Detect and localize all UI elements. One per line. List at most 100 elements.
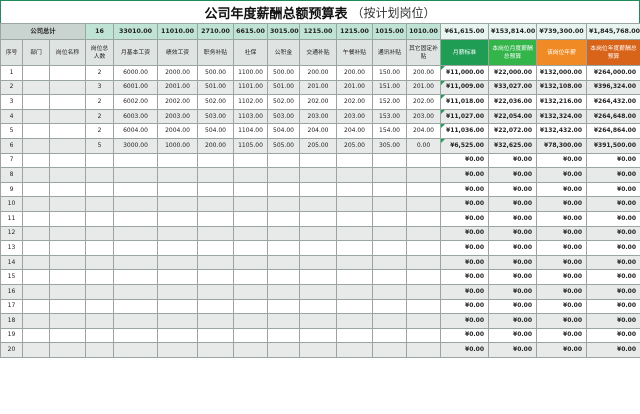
cell-year[interactable]: ¥0.00 — [536, 269, 587, 285]
total-perf[interactable]: 11010.00 — [157, 23, 198, 40]
cell-base[interactable] — [113, 210, 158, 227]
cell-monthly[interactable]: ¥11,000.00 — [440, 65, 489, 81]
cell-no[interactable]: 7 — [0, 152, 23, 169]
cell-lunch[interactable] — [336, 167, 373, 183]
cell-fund[interactable] — [267, 210, 300, 227]
cell-fund[interactable] — [267, 181, 300, 198]
cell-year_total[interactable]: ¥0.00 — [586, 210, 640, 227]
cell-count[interactable]: 2 — [85, 65, 114, 81]
cell-lunch[interactable] — [336, 210, 373, 227]
cell-no[interactable]: 19 — [0, 327, 23, 344]
cell-social[interactable]: 1104.00 — [233, 123, 268, 139]
cell-year_total[interactable]: ¥0.00 — [586, 283, 640, 300]
cell-no[interactable]: 10 — [0, 196, 23, 212]
cell-other[interactable] — [406, 283, 441, 300]
cell-pos[interactable] — [49, 79, 86, 96]
cell-perf[interactable] — [157, 210, 198, 227]
cell-social[interactable]: 1105.00 — [233, 137, 268, 154]
cell-lunch[interactable] — [336, 298, 373, 315]
cell-pos[interactable] — [49, 283, 86, 300]
total-yearly[interactable]: ¥153,814.00 — [488, 23, 537, 40]
cell-lunch[interactable] — [336, 196, 373, 212]
header-cell[interactable]: 公积金 — [267, 39, 300, 66]
cell-count[interactable] — [85, 210, 114, 227]
cell-perf[interactable] — [157, 152, 198, 169]
cell-comm[interactable] — [372, 225, 407, 242]
cell-no[interactable]: 13 — [0, 240, 23, 256]
cell-allow[interactable] — [197, 196, 234, 212]
cell-monthly[interactable]: ¥0.00 — [440, 269, 489, 285]
cell-lunch[interactable]: 200.00 — [336, 65, 373, 81]
cell-social[interactable] — [233, 254, 268, 271]
cell-pos[interactable] — [49, 123, 86, 139]
cell-lunch[interactable]: 205.00 — [336, 137, 373, 154]
cell-no[interactable]: 2 — [0, 79, 23, 96]
cell-dept[interactable] — [22, 123, 50, 139]
cell-other[interactable]: 203.00 — [406, 108, 441, 125]
cell-dept[interactable] — [22, 342, 50, 358]
cell-other[interactable] — [406, 327, 441, 344]
cell-no[interactable]: 1 — [0, 65, 23, 81]
cell-traffic[interactable] — [299, 210, 337, 227]
cell-pos[interactable] — [49, 254, 86, 271]
cell-other[interactable] — [406, 298, 441, 315]
cell-traffic[interactable] — [299, 283, 337, 300]
cell-lunch[interactable]: 201.00 — [336, 79, 373, 96]
cell-base[interactable] — [113, 196, 158, 212]
cell-other[interactable] — [406, 225, 441, 242]
cell-base[interactable]: 3000.00 — [113, 137, 158, 154]
cell-pos[interactable] — [49, 65, 86, 81]
cell-social[interactable]: 1101.00 — [233, 79, 268, 96]
cell-traffic[interactable]: 200.00 — [299, 65, 337, 81]
cell-comm[interactable] — [372, 283, 407, 300]
cell-perf[interactable] — [157, 167, 198, 183]
total-other[interactable]: 1010.00 — [406, 23, 441, 40]
total-allow[interactable]: 2710.00 — [197, 23, 234, 40]
cell-no[interactable]: 8 — [0, 167, 23, 183]
cell-allow[interactable] — [197, 327, 234, 344]
cell-no[interactable]: 18 — [0, 313, 23, 329]
cell-base[interactable] — [113, 225, 158, 242]
cell-month_total[interactable]: ¥0.00 — [488, 283, 537, 300]
cell-perf[interactable] — [157, 254, 198, 271]
cell-other[interactable]: 204.00 — [406, 123, 441, 139]
cell-pos[interactable] — [49, 137, 86, 154]
title-bar[interactable]: 公司年度薪酬总额预算表 （按计划岗位） — [0, 0, 640, 24]
cell-dept[interactable] — [22, 152, 50, 169]
cell-pos[interactable] — [49, 342, 86, 358]
cell-perf[interactable] — [157, 313, 198, 329]
cell-base[interactable] — [113, 327, 158, 344]
cell-perf[interactable] — [157, 298, 198, 315]
cell-fund[interactable] — [267, 152, 300, 169]
cell-perf[interactable]: 2002.00 — [157, 94, 198, 110]
cell-count[interactable]: 3 — [85, 79, 114, 96]
cell-dept[interactable] — [22, 225, 50, 242]
cell-no[interactable]: 15 — [0, 269, 23, 285]
cell-lunch[interactable]: 202.00 — [336, 94, 373, 110]
cell-no[interactable]: 11 — [0, 210, 23, 227]
cell-month_total[interactable]: ¥22,072.00 — [488, 123, 537, 139]
cell-dept[interactable] — [22, 65, 50, 81]
cell-pos[interactable] — [49, 313, 86, 329]
cell-comm[interactable] — [372, 298, 407, 315]
cell-allow[interactable]: 504.00 — [197, 123, 234, 139]
cell-allow[interactable] — [197, 225, 234, 242]
cell-year_total[interactable]: ¥0.00 — [586, 240, 640, 256]
cell-traffic[interactable] — [299, 313, 337, 329]
cell-count[interactable] — [85, 167, 114, 183]
cell-comm[interactable] — [372, 196, 407, 212]
cell-traffic[interactable] — [299, 167, 337, 183]
cell-perf[interactable]: 1000.00 — [157, 137, 198, 154]
cell-fund[interactable]: 505.00 — [267, 137, 300, 154]
cell-count[interactable]: 5 — [85, 137, 114, 154]
cell-social[interactable] — [233, 269, 268, 285]
cell-year[interactable]: ¥0.00 — [536, 313, 587, 329]
cell-base[interactable]: 6002.00 — [113, 94, 158, 110]
cell-pos[interactable] — [49, 108, 86, 125]
cell-base[interactable] — [113, 254, 158, 271]
cell-pos[interactable] — [49, 210, 86, 227]
cell-count[interactable]: 2 — [85, 123, 114, 139]
cell-count[interactable] — [85, 225, 114, 242]
cell-count[interactable] — [85, 327, 114, 344]
cell-year_total[interactable]: ¥391,500.00 — [586, 137, 640, 154]
